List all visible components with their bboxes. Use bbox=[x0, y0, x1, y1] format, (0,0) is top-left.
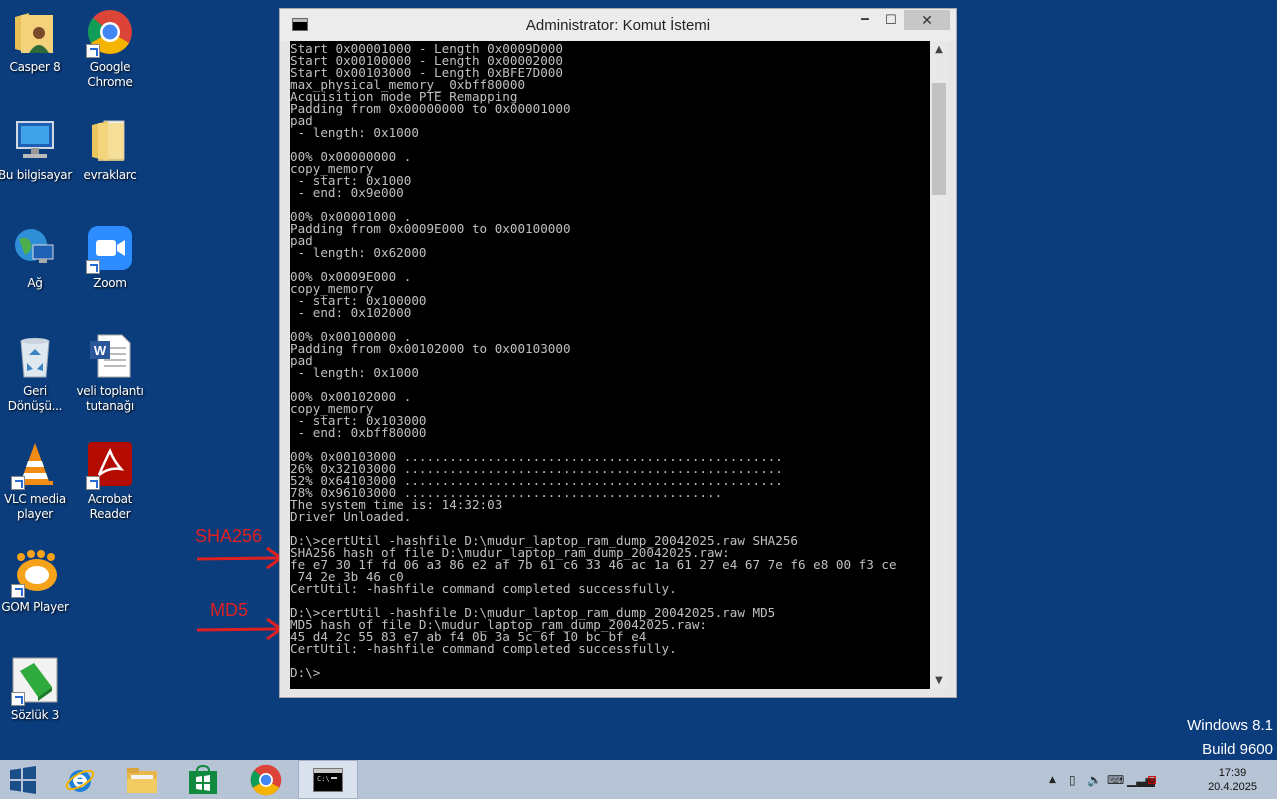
scroll-up-icon[interactable]: ▲ bbox=[930, 41, 948, 58]
acrobat-icon bbox=[86, 440, 134, 490]
scrollbar-thumb[interactable] bbox=[932, 83, 946, 195]
power-icon[interactable]: ▯ bbox=[1069, 773, 1076, 787]
folder-icon bbox=[86, 116, 134, 164]
file-explorer-icon bbox=[127, 767, 157, 793]
desktop-icon-label: Ağ bbox=[27, 276, 43, 290]
console-line: Padding from 0x00102000 to 0x00103000 bbox=[290, 341, 571, 356]
desktop-icon-label: VLC media player bbox=[4, 492, 66, 521]
svg-text:C:\: C:\ bbox=[317, 775, 330, 783]
desktop-icon-casper[interactable]: Casper 8 bbox=[0, 8, 73, 75]
console-line: 00% 0x0009E000 . bbox=[290, 269, 412, 284]
windows-logo-icon bbox=[10, 765, 36, 794]
show-hidden-icons-icon[interactable]: ▲ bbox=[1049, 775, 1056, 785]
desktop-icon-label: evraklarc bbox=[83, 168, 137, 182]
network-error-icon[interactable]: ⊠ bbox=[1147, 773, 1157, 787]
desktop-icon-label: veli toplantı tutanağı bbox=[76, 384, 144, 413]
internet-explorer-icon bbox=[65, 769, 95, 792]
scroll-down-icon[interactable]: ▼ bbox=[930, 672, 948, 689]
console-line: - length: 0x1000 bbox=[290, 125, 419, 140]
command-prompt-window[interactable]: Administrator: Komut İstemi 🗕 ☐ ✕ Start … bbox=[279, 8, 957, 698]
desktop-icon-this-pc[interactable]: Bu bilgisayar bbox=[0, 116, 73, 183]
windows-build-watermark: Build 9600 bbox=[1202, 741, 1273, 758]
console-line: - length: 0x1000 bbox=[290, 365, 419, 380]
console-line: CertUtil: -hashfile command completed su… bbox=[290, 641, 677, 656]
desktop-icon-recycle-bin[interactable]: Geri Dönüşü... bbox=[0, 332, 73, 414]
desktop-icon-label: GOM Player bbox=[1, 600, 69, 614]
desktop-icon-label: Acrobat Reader bbox=[87, 492, 133, 521]
network-globe-icon bbox=[11, 224, 59, 272]
taskbar-file-explorer[interactable] bbox=[112, 760, 172, 799]
taskbar-google-chrome[interactable] bbox=[236, 760, 296, 799]
keyboard-icon[interactable]: ⌨ bbox=[1107, 773, 1124, 787]
zoom-icon bbox=[86, 224, 134, 274]
desktop-icon-label: Sözlük 3 bbox=[10, 708, 60, 722]
start-button[interactable] bbox=[0, 760, 46, 799]
chrome-icon bbox=[250, 764, 282, 795]
console-line: - end: 0x102000 bbox=[290, 305, 412, 320]
chrome-icon bbox=[86, 8, 134, 58]
annotation-md5-arrow-icon bbox=[196, 617, 284, 641]
console-line: 00% 0x00000000 . bbox=[290, 149, 412, 164]
shortcut-arrow-icon bbox=[11, 692, 25, 706]
console-line: Driver Unloaded. bbox=[290, 509, 412, 524]
vlc-cone-icon bbox=[11, 440, 59, 490]
shortcut-arrow-icon bbox=[86, 260, 100, 274]
shortcut-arrow-icon bbox=[86, 476, 100, 490]
gom-player-icon bbox=[11, 548, 59, 598]
volume-icon[interactable]: 🔈 bbox=[1087, 773, 1102, 787]
console-line: D:\> bbox=[290, 665, 321, 680]
taskbar: C:\ ▲ ▯ 🔈 ⌨ ▁▃▅ ⊠ 17:39 20.4.2025 bbox=[0, 760, 1277, 799]
clock-time: 17:39 bbox=[1218, 767, 1247, 779]
system-clock[interactable]: 17:39 20.4.2025 bbox=[1208, 766, 1257, 794]
taskbar-internet-explorer[interactable] bbox=[50, 760, 110, 799]
desktop-icon-sozluk[interactable]: Sözlük 3 bbox=[0, 656, 73, 723]
system-tray: ▲ ▯ 🔈 ⌨ ▁▃▅ ⊠ 17:39 20.4.2025 bbox=[1037, 760, 1277, 799]
cmd-app-icon[interactable] bbox=[292, 18, 308, 31]
shortcut-arrow-icon bbox=[86, 44, 100, 58]
recycle-bin-icon bbox=[11, 332, 59, 380]
maximize-button[interactable]: ☐ bbox=[876, 10, 906, 30]
console-line: - end: 0x9e000 bbox=[290, 185, 404, 200]
desktop-icon-label: Zoom bbox=[93, 276, 127, 290]
store-icon bbox=[189, 764, 217, 794]
desktop-icon-label: Casper 8 bbox=[9, 60, 61, 74]
console-line: - length: 0x62000 bbox=[290, 245, 427, 260]
desktop-icon-label: Bu bilgisayar bbox=[0, 168, 72, 182]
word-document-icon: W bbox=[86, 332, 134, 380]
console-line: CertUtil: -hashfile command completed su… bbox=[290, 581, 677, 596]
console-line: Padding from 0x0009E000 to 0x00100000 bbox=[290, 221, 571, 236]
desktop-icon-acrobat-reader[interactable]: Acrobat Reader bbox=[72, 440, 148, 522]
windows-version-watermark: Windows 8.1 bbox=[1187, 717, 1273, 734]
window-titlebar[interactable]: Administrator: Komut İstemi 🗕 ☐ ✕ bbox=[280, 9, 956, 41]
desktop-icon-gom-player[interactable]: GOM Player bbox=[0, 548, 73, 615]
dictionary-book-icon bbox=[11, 656, 59, 706]
window-title: Administrator: Komut İstemi bbox=[525, 16, 711, 34]
taskbar-windows-store[interactable] bbox=[173, 760, 233, 799]
desktop-icon-veli-toplanti[interactable]: W veli toplantı tutanağı bbox=[72, 332, 148, 414]
desktop-icon-network[interactable]: Ağ bbox=[0, 224, 73, 291]
taskbar-command-prompt[interactable]: C:\ bbox=[298, 760, 358, 799]
shortcut-arrow-icon bbox=[11, 584, 25, 598]
computer-icon bbox=[11, 116, 59, 164]
desktop-icon-evraklarc[interactable]: evraklarc bbox=[72, 116, 148, 183]
clock-date: 20.4.2025 bbox=[1208, 781, 1257, 793]
annotation-sha256-label: SHA256 bbox=[195, 526, 263, 546]
desktop-icon-vlc[interactable]: VLC media player bbox=[0, 440, 73, 522]
shortcut-arrow-icon bbox=[11, 476, 25, 490]
desktop-icon-label: Geri Dönüşü... bbox=[7, 384, 63, 413]
desktop-icon-zoom[interactable]: Zoom bbox=[72, 224, 148, 291]
command-prompt-icon: C:\ bbox=[313, 767, 343, 792]
annotation-sha256-arrow-icon bbox=[196, 546, 284, 570]
console-output[interactable]: Start 0x00001000 - Length 0x0009D000 Star… bbox=[290, 41, 930, 689]
desktop-icon-label: Google Chrome bbox=[87, 60, 133, 89]
console-line: Padding from 0x00000000 to 0x00001000 bbox=[290, 101, 571, 116]
svg-text:W: W bbox=[94, 343, 107, 358]
folder-user-icon bbox=[11, 8, 59, 56]
desktop-icon-google-chrome[interactable]: Google Chrome bbox=[72, 8, 148, 90]
vertical-scrollbar[interactable]: ▲ ▼ bbox=[930, 41, 948, 689]
close-button[interactable]: ✕ bbox=[904, 10, 950, 30]
console-line: 00% 0x00102000 . bbox=[290, 389, 412, 404]
console-line: - end: 0xbff80000 bbox=[290, 425, 427, 440]
